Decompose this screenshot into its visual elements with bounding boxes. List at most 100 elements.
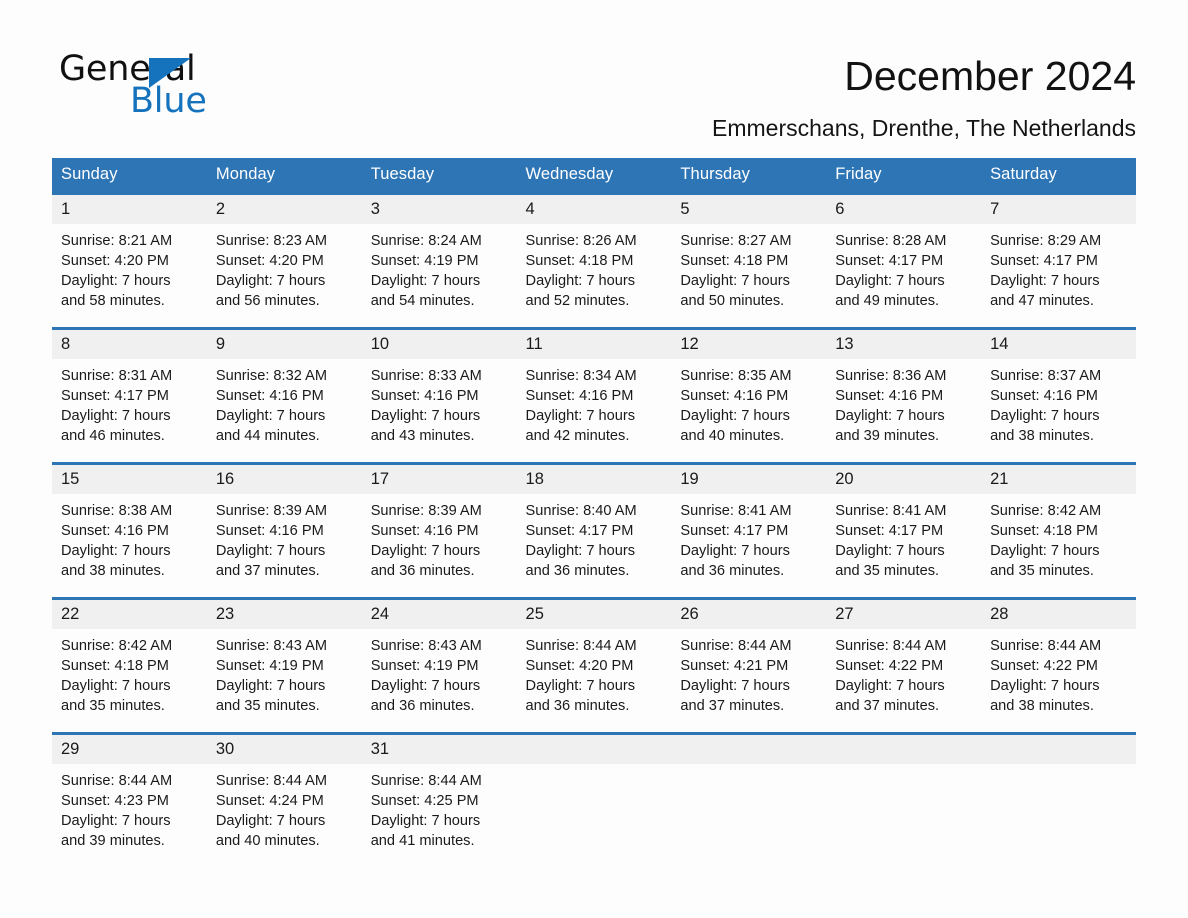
sunset-time: Sunset: 4:20 PM xyxy=(525,658,634,674)
day-cell-content: 24 Sunrise: 8:43 AM Sunset: 4:19 PM Dayligh… xyxy=(361,597,517,732)
day-sun-info: Sunrise: 8:44 AM Sunset: 4:23 PM Daylight:… xyxy=(52,764,207,851)
sunrise-time: Sunrise: 8:39 AM xyxy=(370,503,482,519)
calendar-day-cell[interactable]: 28 Sunrise: 8:44 AM Sunset: 4:22 PM Dayligh… xyxy=(981,597,1136,732)
daylight-duration-line1: Daylight: 7 hours xyxy=(835,543,945,559)
sunset-time: Sunset: 4:16 PM xyxy=(215,388,324,404)
calendar-day-cell-empty xyxy=(981,732,1136,867)
sunset-time: Sunset: 4:18 PM xyxy=(61,658,169,674)
day-number xyxy=(516,732,672,764)
calendar-day-cell[interactable]: 7 Sunrise: 8:29 AM Sunset: 4:17 PM Daylight… xyxy=(981,192,1136,327)
sunrise-time: Sunrise: 8:21 AM xyxy=(61,233,173,249)
calendar-day-cell[interactable]: 29 Sunrise: 8:44 AM Sunset: 4:23 PM Dayligh… xyxy=(52,732,207,867)
calendar-day-cell[interactable]: 4 Sunrise: 8:26 AM Sunset: 4:18 PM Daylight… xyxy=(516,192,672,327)
calendar-day-cell[interactable]: 9 Sunrise: 8:32 AM Sunset: 4:16 PM Daylight… xyxy=(206,327,362,462)
day-cell-content: 29 Sunrise: 8:44 AM Sunset: 4:23 PM Dayligh… xyxy=(52,732,207,867)
calendar-day-cell[interactable]: 31 Sunrise: 8:44 AM Sunset: 4:25 PM Dayligh… xyxy=(361,732,517,867)
day-number: 11 xyxy=(516,327,672,359)
calendar-day-cell[interactable]: 11 Sunrise: 8:34 AM Sunset: 4:16 PM Dayligh… xyxy=(516,327,672,462)
daylight-duration-line2: and 38 minutes. xyxy=(61,563,165,579)
daylight-duration-line1: Daylight: 7 hours xyxy=(525,678,636,694)
daylight-duration-line1: Daylight: 7 hours xyxy=(215,273,326,289)
sunrise-time: Sunrise: 8:39 AM xyxy=(215,503,327,519)
calendar-day-cell[interactable]: 20 Sunrise: 8:41 AM Sunset: 4:17 PM Dayligh… xyxy=(826,462,982,597)
day-number: 31 xyxy=(361,732,517,764)
calendar-day-cell[interactable]: 14 Sunrise: 8:37 AM Sunset: 4:16 PM Dayligh… xyxy=(981,327,1136,462)
day-number: 21 xyxy=(981,462,1136,494)
daylight-duration-line1: Daylight: 7 hours xyxy=(61,813,171,829)
sunset-time: Sunset: 4:17 PM xyxy=(525,523,634,539)
calendar-day-cell[interactable]: 15 Sunrise: 8:38 AM Sunset: 4:16 PM Dayligh… xyxy=(52,462,207,597)
calendar-day-cell[interactable]: 25 Sunrise: 8:44 AM Sunset: 4:20 PM Dayligh… xyxy=(516,597,672,732)
day-cell-content: 25 Sunrise: 8:44 AM Sunset: 4:20 PM Dayligh… xyxy=(516,597,672,732)
sunrise-time: Sunrise: 8:36 AM xyxy=(835,368,947,384)
day-cell-content: 9 Sunrise: 8:32 AM Sunset: 4:16 PM Daylight… xyxy=(206,327,362,462)
calendar-day-cell[interactable]: 21 Sunrise: 8:42 AM Sunset: 4:18 PM Dayligh… xyxy=(981,462,1136,597)
sunset-time: Sunset: 4:17 PM xyxy=(835,523,944,539)
day-cell-content xyxy=(826,732,982,867)
calendar-day-cell[interactable]: 3 Sunrise: 8:24 AM Sunset: 4:19 PM Daylight… xyxy=(361,192,517,327)
weekday-header-saturday: Saturday xyxy=(981,158,1136,192)
sunset-time: Sunset: 4:16 PM xyxy=(525,388,634,404)
day-sun-info: Sunrise: 8:44 AM Sunset: 4:21 PM Daylight:… xyxy=(671,629,826,716)
calendar-page: General Blue December 2024 Emmerschans, … xyxy=(0,0,1188,918)
day-number: 5 xyxy=(671,192,827,224)
day-number: 26 xyxy=(671,597,827,629)
day-sun-info: Sunrise: 8:21 AM Sunset: 4:20 PM Daylight:… xyxy=(52,224,207,311)
daylight-duration-line2: and 38 minutes. xyxy=(990,698,1094,714)
calendar-day-cell[interactable]: 18 Sunrise: 8:40 AM Sunset: 4:17 PM Dayligh… xyxy=(516,462,672,597)
daylight-duration-line2: and 37 minutes. xyxy=(835,698,940,714)
calendar-day-cell-empty xyxy=(671,732,827,867)
calendar-day-cell[interactable]: 6 Sunrise: 8:28 AM Sunset: 4:17 PM Daylight… xyxy=(826,192,982,327)
calendar-day-cell[interactable]: 1 Sunrise: 8:21 AM Sunset: 4:20 PM Daylight… xyxy=(52,192,207,327)
calendar-day-cell[interactable]: 5 Sunrise: 8:27 AM Sunset: 4:18 PM Daylight… xyxy=(671,192,827,327)
page-subtitle-location: Emmerschans, Drenthe, The Netherlands xyxy=(712,115,1136,141)
day-cell-content: 17 Sunrise: 8:39 AM Sunset: 4:16 PM Dayligh… xyxy=(361,462,517,597)
day-sun-info: Sunrise: 8:44 AM Sunset: 4:20 PM Daylight:… xyxy=(517,629,672,716)
generalblue-logo[interactable]: General Blue xyxy=(59,50,259,120)
calendar-day-cell[interactable]: 26 Sunrise: 8:44 AM Sunset: 4:21 PM Dayligh… xyxy=(671,597,827,732)
calendar-day-cell[interactable]: 19 Sunrise: 8:41 AM Sunset: 4:17 PM Dayligh… xyxy=(671,462,827,597)
calendar-day-cell[interactable]: 24 Sunrise: 8:43 AM Sunset: 4:19 PM Dayligh… xyxy=(361,597,517,732)
day-number: 4 xyxy=(516,192,672,224)
calendar-day-cell[interactable]: 30 Sunrise: 8:44 AM Sunset: 4:24 PM Dayligh… xyxy=(206,732,362,867)
sunrise-time: Sunrise: 8:43 AM xyxy=(370,638,482,654)
calendar-day-cell[interactable]: 8 Sunrise: 8:31 AM Sunset: 4:17 PM Daylight… xyxy=(52,327,207,462)
sunrise-time: Sunrise: 8:41 AM xyxy=(835,503,947,519)
calendar-day-cell[interactable]: 2 Sunrise: 8:23 AM Sunset: 4:20 PM Daylight… xyxy=(206,192,362,327)
day-number: 16 xyxy=(206,462,362,494)
daylight-duration-line2: and 35 minutes. xyxy=(835,563,940,579)
calendar-day-cell[interactable]: 27 Sunrise: 8:44 AM Sunset: 4:22 PM Dayligh… xyxy=(826,597,982,732)
daylight-duration-line2: and 42 minutes. xyxy=(525,428,630,444)
calendar-day-cell[interactable]: 13 Sunrise: 8:36 AM Sunset: 4:16 PM Dayligh… xyxy=(826,327,982,462)
calendar-day-cell[interactable]: 17 Sunrise: 8:39 AM Sunset: 4:16 PM Dayligh… xyxy=(361,462,517,597)
daylight-duration-line1: Daylight: 7 hours xyxy=(61,408,171,424)
calendar-day-cell[interactable]: 10 Sunrise: 8:33 AM Sunset: 4:16 PM Dayligh… xyxy=(361,327,517,462)
daylight-duration-line1: Daylight: 7 hours xyxy=(370,813,481,829)
weekday-header-sunday: Sunday xyxy=(52,158,207,192)
calendar-day-cell[interactable]: 12 Sunrise: 8:35 AM Sunset: 4:16 PM Dayligh… xyxy=(671,327,827,462)
daylight-duration-line2: and 35 minutes. xyxy=(215,698,320,714)
day-sun-info: Sunrise: 8:44 AM Sunset: 4:22 PM Daylight:… xyxy=(981,629,1136,716)
daylight-duration-line1: Daylight: 7 hours xyxy=(990,408,1100,424)
sunrise-time: Sunrise: 8:32 AM xyxy=(215,368,327,384)
sunrise-time: Sunrise: 8:44 AM xyxy=(990,638,1102,654)
day-cell-content xyxy=(516,732,672,867)
day-sun-info: Sunrise: 8:40 AM Sunset: 4:17 PM Daylight:… xyxy=(517,494,672,581)
day-cell-content: 10 Sunrise: 8:33 AM Sunset: 4:16 PM Dayligh… xyxy=(361,327,517,462)
calendar-day-cell[interactable]: 16 Sunrise: 8:39 AM Sunset: 4:16 PM Dayligh… xyxy=(206,462,362,597)
sunset-time: Sunset: 4:24 PM xyxy=(215,793,324,809)
sunrise-time: Sunrise: 8:34 AM xyxy=(525,368,637,384)
daylight-duration-line1: Daylight: 7 hours xyxy=(835,678,945,694)
sunrise-time: Sunrise: 8:43 AM xyxy=(215,638,327,654)
day-cell-content: 20 Sunrise: 8:41 AM Sunset: 4:17 PM Dayligh… xyxy=(826,462,982,597)
day-sun-info: Sunrise: 8:34 AM Sunset: 4:16 PM Daylight:… xyxy=(517,359,672,446)
daylight-duration-line2: and 43 minutes. xyxy=(370,428,475,444)
sunset-time: Sunset: 4:17 PM xyxy=(680,523,789,539)
day-sun-info: Sunrise: 8:35 AM Sunset: 4:16 PM Daylight:… xyxy=(671,359,826,446)
sunrise-time: Sunrise: 8:44 AM xyxy=(215,773,327,789)
day-number: 22 xyxy=(52,597,207,629)
calendar-day-cell[interactable]: 22 Sunrise: 8:42 AM Sunset: 4:18 PM Dayligh… xyxy=(52,597,207,732)
weekday-header-tuesday: Tuesday xyxy=(361,158,517,192)
day-cell-content: 22 Sunrise: 8:42 AM Sunset: 4:18 PM Dayligh… xyxy=(52,597,207,732)
calendar-day-cell[interactable]: 23 Sunrise: 8:43 AM Sunset: 4:19 PM Dayligh… xyxy=(206,597,362,732)
